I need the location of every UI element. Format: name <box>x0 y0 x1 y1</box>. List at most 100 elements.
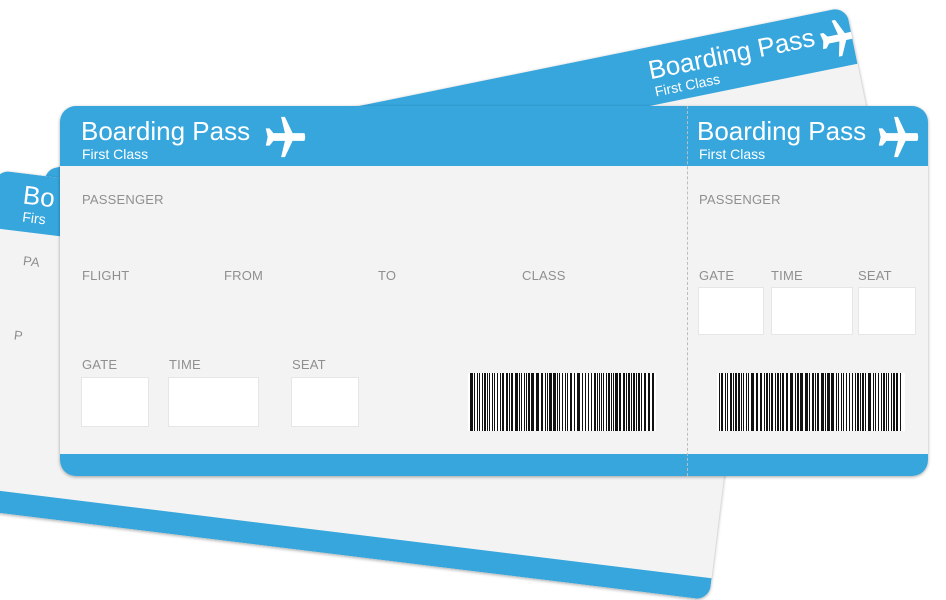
barcode-bar <box>838 373 839 431</box>
barcode-bar <box>582 373 583 431</box>
barcode-bar <box>619 373 621 431</box>
barcode-bar <box>528 373 530 431</box>
barcode-bar <box>509 373 510 431</box>
barcode-bar <box>862 373 864 431</box>
stub-barcode <box>717 373 905 431</box>
barcode-bar <box>797 373 799 431</box>
barcode-bar <box>644 373 646 431</box>
barcode-bar <box>815 373 816 431</box>
barcode-bar <box>570 373 572 431</box>
barcode-bar <box>817 373 819 431</box>
barcode-bar <box>738 373 740 431</box>
barcode-bar <box>831 373 834 431</box>
barcode-bar <box>601 373 602 431</box>
barcode-bar <box>613 373 614 431</box>
barcode-bar <box>636 373 637 431</box>
barcode-bar <box>821 373 824 431</box>
barcode-bar <box>536 373 539 431</box>
barcode-bar <box>557 373 558 431</box>
barcode-bar <box>594 373 596 431</box>
passenger-label: PASSENGER <box>82 192 164 207</box>
barcode-bar <box>511 373 513 431</box>
barcode-bar <box>855 373 856 431</box>
time-box <box>168 377 259 427</box>
barcode-bar <box>487 373 488 431</box>
main-boarding-pass: Boarding Pass First Class PASSENGER FLIG… <box>60 106 928 476</box>
barcode-bar <box>795 373 796 431</box>
barcode-bar <box>597 373 598 431</box>
barcode-bar <box>545 373 546 431</box>
barcode-bar <box>766 373 768 431</box>
stub-gate-label: GATE <box>699 268 735 283</box>
barcode-bar <box>881 373 882 431</box>
barcode-bar <box>652 373 654 431</box>
stub-seat-label: SEAT <box>858 268 892 283</box>
barcode-bar <box>836 373 837 431</box>
barcode-bar <box>852 373 853 431</box>
barcode-bar <box>477 373 478 431</box>
ticket-subtitle: First Class <box>82 146 149 162</box>
barcode <box>468 373 656 431</box>
barcode-bar <box>865 373 866 431</box>
barcode-bar <box>857 373 859 431</box>
barcode-bar <box>825 373 826 431</box>
barcode-bar <box>741 373 742 431</box>
barcode-bar <box>603 373 604 431</box>
barcode-bar <box>641 373 642 431</box>
barcode-bar <box>760 373 762 431</box>
barcode-bar <box>479 373 480 431</box>
barcode-bar <box>843 373 844 431</box>
airplane-icon <box>819 19 858 57</box>
barcode-bar <box>500 373 501 431</box>
barcode-bar <box>567 373 568 431</box>
barcode-bar <box>782 373 784 431</box>
barcode-bar <box>721 373 723 431</box>
barcode-bar <box>502 373 504 431</box>
barcode-bar <box>900 373 901 431</box>
barcode-bar <box>574 373 575 431</box>
barcode-bar <box>562 373 563 431</box>
barcode-bar <box>497 373 498 431</box>
barcode-bar <box>506 373 508 431</box>
barcode-bar <box>547 373 548 431</box>
barcode-bar <box>893 373 895 431</box>
barcode-bar <box>553 373 556 431</box>
barcode-bar <box>786 373 788 431</box>
barcode-bar <box>805 373 808 431</box>
ticket-subtitle: Firs <box>21 208 47 228</box>
barcode-bar <box>809 373 810 431</box>
barcode-bar <box>886 373 887 431</box>
barcode-bar <box>849 373 850 431</box>
barcode-bar <box>780 373 781 431</box>
barcode-bar <box>841 373 842 431</box>
stub-seat-box <box>858 287 916 335</box>
barcode-bar <box>875 373 876 431</box>
passenger-label: PA <box>22 253 41 270</box>
barcode-bar <box>531 373 534 431</box>
barcode-bar <box>626 373 627 431</box>
barcode-bar <box>591 373 592 431</box>
barcode-bar <box>565 373 566 431</box>
time-label: TIME <box>169 357 201 372</box>
barcode-bar <box>524 373 525 431</box>
seat-label: SEAT <box>292 357 326 372</box>
barcode-bar <box>521 373 522 431</box>
barcode-bar <box>883 373 885 431</box>
barcode-bar <box>746 373 747 431</box>
barcode-bar <box>608 373 610 431</box>
barcode-bar <box>756 373 758 431</box>
barcode-bar <box>719 373 720 431</box>
barcode-bar <box>764 373 765 431</box>
barcode-bar <box>748 373 749 431</box>
barcode-bar <box>812 373 814 431</box>
ticket-footer-band <box>0 485 712 600</box>
barcode-bar <box>515 373 518 431</box>
field-label: P <box>13 327 24 344</box>
barcode-bar <box>526 373 527 431</box>
barcode-bar <box>494 373 495 431</box>
barcode-bar <box>775 373 776 431</box>
barcode-bar <box>873 373 874 431</box>
barcode-bar <box>519 373 520 431</box>
barcode-bar <box>492 373 493 431</box>
barcode-bar <box>860 373 861 431</box>
